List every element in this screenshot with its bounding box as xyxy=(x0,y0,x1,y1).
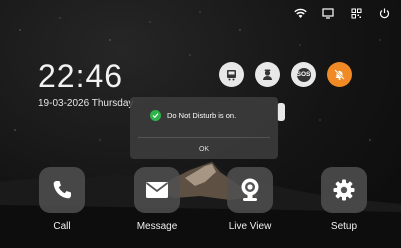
envelope-icon xyxy=(145,182,169,198)
message-tile[interactable] xyxy=(134,167,180,213)
security-guard-icon xyxy=(263,69,272,80)
toast-ok-button[interactable]: OK xyxy=(130,146,278,153)
wifi-icon[interactable] xyxy=(293,6,307,20)
sos-button[interactable]: SOS xyxy=(291,62,316,87)
monitor-icon[interactable] xyxy=(321,6,335,20)
app-live-view[interactable]: Live View xyxy=(220,167,280,232)
app-message[interactable]: Message xyxy=(127,167,187,232)
gear-icon xyxy=(333,179,355,201)
elevator-button[interactable] xyxy=(219,62,244,87)
check-circle-icon xyxy=(150,110,161,121)
quick-actions: SOS xyxy=(219,62,352,87)
power-icon[interactable] xyxy=(377,6,391,20)
toast-message-row: Do Not Disturb is on. xyxy=(150,110,236,121)
app-setup-label: Setup xyxy=(330,221,358,232)
partial-icon xyxy=(277,103,285,121)
status-bar xyxy=(293,6,391,20)
setup-tile[interactable] xyxy=(321,167,367,213)
home-screen: 22:46 19-03-2026 Thursday SOS Do Not Dis… xyxy=(0,0,401,248)
bell-mute-icon xyxy=(334,69,345,80)
toast-divider xyxy=(138,137,270,138)
clock-time: 22:46 xyxy=(38,58,124,94)
live-view-tile[interactable] xyxy=(227,167,273,213)
app-message-label: Message xyxy=(136,221,178,232)
camera-icon xyxy=(241,178,259,201)
phone-icon xyxy=(53,181,71,199)
elevator-icon xyxy=(227,70,236,81)
do-not-disturb-button[interactable] xyxy=(327,62,352,87)
sos-icon: SOS xyxy=(296,67,311,82)
call-tile[interactable] xyxy=(39,167,85,213)
clock-date: 19-03-2026 Thursday xyxy=(38,98,134,109)
app-call-label: Call xyxy=(53,221,71,232)
security-guard-button[interactable] xyxy=(255,62,280,87)
app-call[interactable]: Call xyxy=(32,167,92,232)
toast-dialog: Do Not Disturb is on. OK xyxy=(130,97,278,159)
app-live-view-label: Live View xyxy=(228,221,272,232)
toast-message: Do Not Disturb is on. xyxy=(167,111,237,120)
network-icon[interactable] xyxy=(349,6,363,20)
app-setup[interactable]: Setup xyxy=(314,167,374,232)
